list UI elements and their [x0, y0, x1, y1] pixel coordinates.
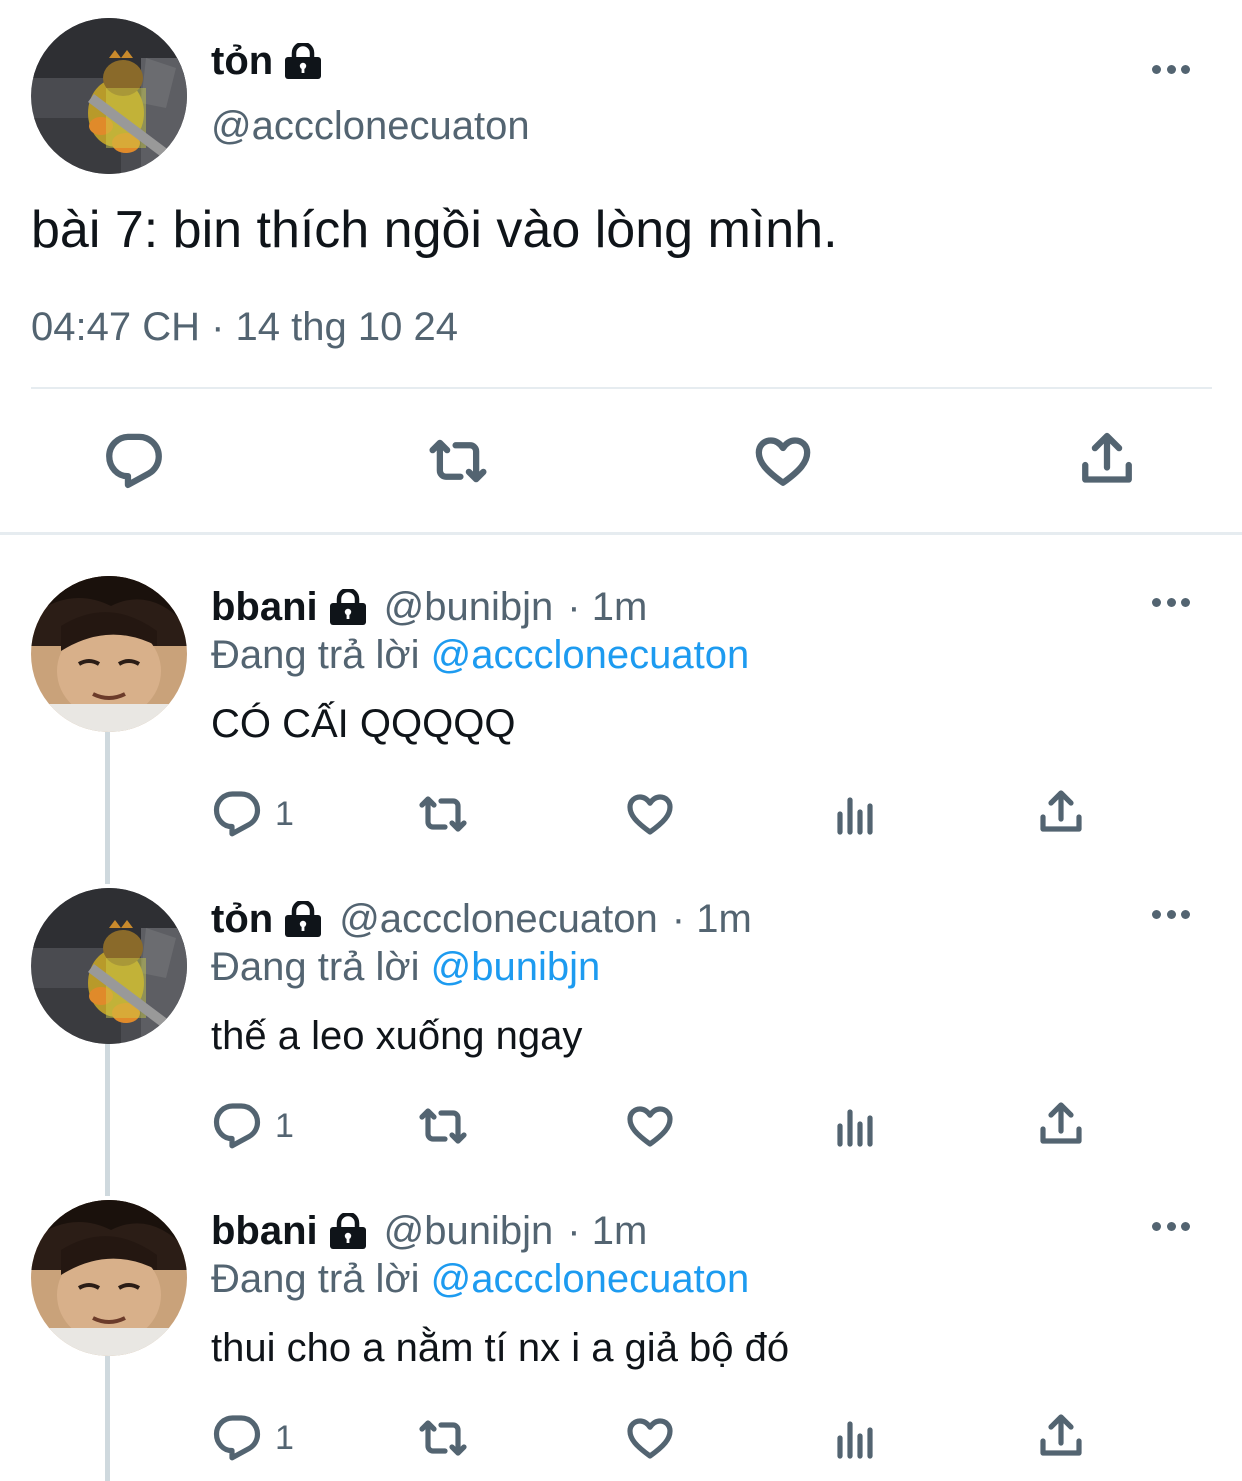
handle[interactable]: @accclonecuaton — [339, 897, 658, 942]
retweet-icon — [415, 1414, 471, 1462]
relative-time[interactable]: · 1m — [672, 897, 752, 942]
more-options-icon[interactable] — [1152, 910, 1190, 920]
reply-button[interactable]: 1 — [213, 1414, 294, 1462]
avatar[interactable] — [31, 18, 187, 174]
tweet-text: bài 7: bin thích ngồi vào lòng mình. — [31, 201, 838, 259]
views-button[interactable] — [832, 790, 880, 843]
reply-header: bbani @bunibjn · 1m — [211, 1207, 647, 1255]
retweet-button[interactable] — [425, 432, 491, 490]
reply-count: 1 — [275, 794, 294, 833]
thread-line — [105, 732, 110, 884]
like-button[interactable] — [625, 1102, 675, 1155]
dinosaur-plush-avatar-icon — [31, 888, 187, 1044]
display-name[interactable]: tỏn — [211, 39, 273, 84]
dinosaur-plush-avatar-icon — [31, 18, 187, 174]
replying-to: Đang trả lời @accclonecuaton — [211, 1257, 749, 1302]
relative-time[interactable]: · 1m — [567, 585, 647, 630]
reply-text: thui cho a nằm tí nx i a giả bộ đó — [211, 1326, 790, 1370]
reply-button[interactable]: 1 — [213, 790, 294, 838]
avatar[interactable] — [31, 576, 187, 732]
views-icon — [832, 1414, 880, 1462]
display-name[interactable]: tỏn — [211, 897, 273, 942]
views-button[interactable] — [832, 1414, 880, 1467]
views-icon — [832, 1102, 880, 1150]
replying-to-link[interactable]: @bunibjn — [431, 945, 601, 989]
reply-icon — [105, 432, 163, 490]
share-button[interactable] — [1037, 788, 1085, 841]
like-button[interactable] — [752, 432, 814, 490]
share-button[interactable] — [1037, 1412, 1085, 1465]
author-name-row: tỏn — [211, 38, 323, 84]
reply-header: bbani @bunibjn · 1m — [211, 583, 647, 631]
person-face-avatar-icon — [31, 576, 187, 732]
lock-icon — [328, 589, 368, 625]
like-button[interactable] — [625, 1414, 675, 1467]
heart-icon — [625, 1414, 675, 1462]
reply-text: CÓ CẤI QQQQQ — [211, 702, 516, 746]
lock-icon — [283, 901, 323, 937]
person-face-avatar-icon — [31, 1200, 187, 1356]
display-name[interactable]: bbani — [211, 585, 318, 630]
reply-icon — [213, 1102, 261, 1150]
replying-to: Đang trả lời @bunibjn — [211, 945, 600, 990]
reply-text: thế a leo xuống ngay — [211, 1014, 583, 1058]
replying-to-link[interactable]: @accclonecuaton — [431, 633, 750, 677]
reply-count: 1 — [275, 1106, 294, 1145]
share-icon — [1037, 788, 1085, 836]
views-icon — [832, 790, 880, 838]
retweet-icon — [425, 432, 491, 490]
avatar[interactable] — [31, 888, 187, 1044]
replying-prefix: Đang trả lời — [211, 633, 420, 677]
retweet-button[interactable] — [415, 790, 471, 843]
thread-line — [105, 1044, 110, 1196]
reply-icon — [213, 1414, 261, 1462]
like-button[interactable] — [625, 790, 675, 843]
handle[interactable]: @bunibjn — [384, 1209, 554, 1254]
reply-button[interactable]: 1 — [213, 1102, 294, 1150]
section-divider — [0, 532, 1242, 535]
share-button[interactable] — [1037, 1100, 1085, 1153]
reply-header: tỏn @accclonecuaton · 1m — [211, 895, 752, 943]
replying-prefix: Đang trả lời — [211, 1257, 420, 1301]
share-icon — [1037, 1100, 1085, 1148]
relative-time[interactable]: · 1m — [567, 1209, 647, 1254]
replying-prefix: Đang trả lời — [211, 945, 420, 989]
retweet-icon — [415, 790, 471, 838]
share-icon — [1078, 430, 1136, 488]
avatar[interactable] — [31, 1200, 187, 1356]
reply-count: 1 — [275, 1418, 294, 1457]
handle[interactable]: @accclonecuaton — [211, 104, 530, 149]
lock-icon — [283, 43, 323, 79]
thread-line — [105, 1356, 110, 1481]
share-icon — [1037, 1412, 1085, 1460]
display-name[interactable]: bbani — [211, 1209, 318, 1254]
reply-button[interactable] — [105, 432, 163, 490]
more-options-icon[interactable] — [1152, 1222, 1190, 1232]
divider — [31, 387, 1212, 389]
replying-to: Đang trả lời @accclonecuaton — [211, 633, 749, 678]
lock-icon — [328, 1213, 368, 1249]
heart-icon — [752, 432, 814, 490]
views-button[interactable] — [832, 1102, 880, 1155]
more-options-icon[interactable] — [1152, 65, 1190, 75]
heart-icon — [625, 1102, 675, 1150]
replying-to-link[interactable]: @accclonecuaton — [431, 1257, 750, 1301]
retweet-button[interactable] — [415, 1102, 471, 1155]
retweet-button[interactable] — [415, 1414, 471, 1467]
share-button[interactable] — [1078, 430, 1136, 488]
timestamp[interactable]: 04:47 CH · 14 thg 10 24 — [31, 305, 458, 350]
handle[interactable]: @bunibjn — [384, 585, 554, 630]
heart-icon — [625, 790, 675, 838]
more-options-icon[interactable] — [1152, 598, 1190, 608]
reply-icon — [213, 790, 261, 838]
retweet-icon — [415, 1102, 471, 1150]
